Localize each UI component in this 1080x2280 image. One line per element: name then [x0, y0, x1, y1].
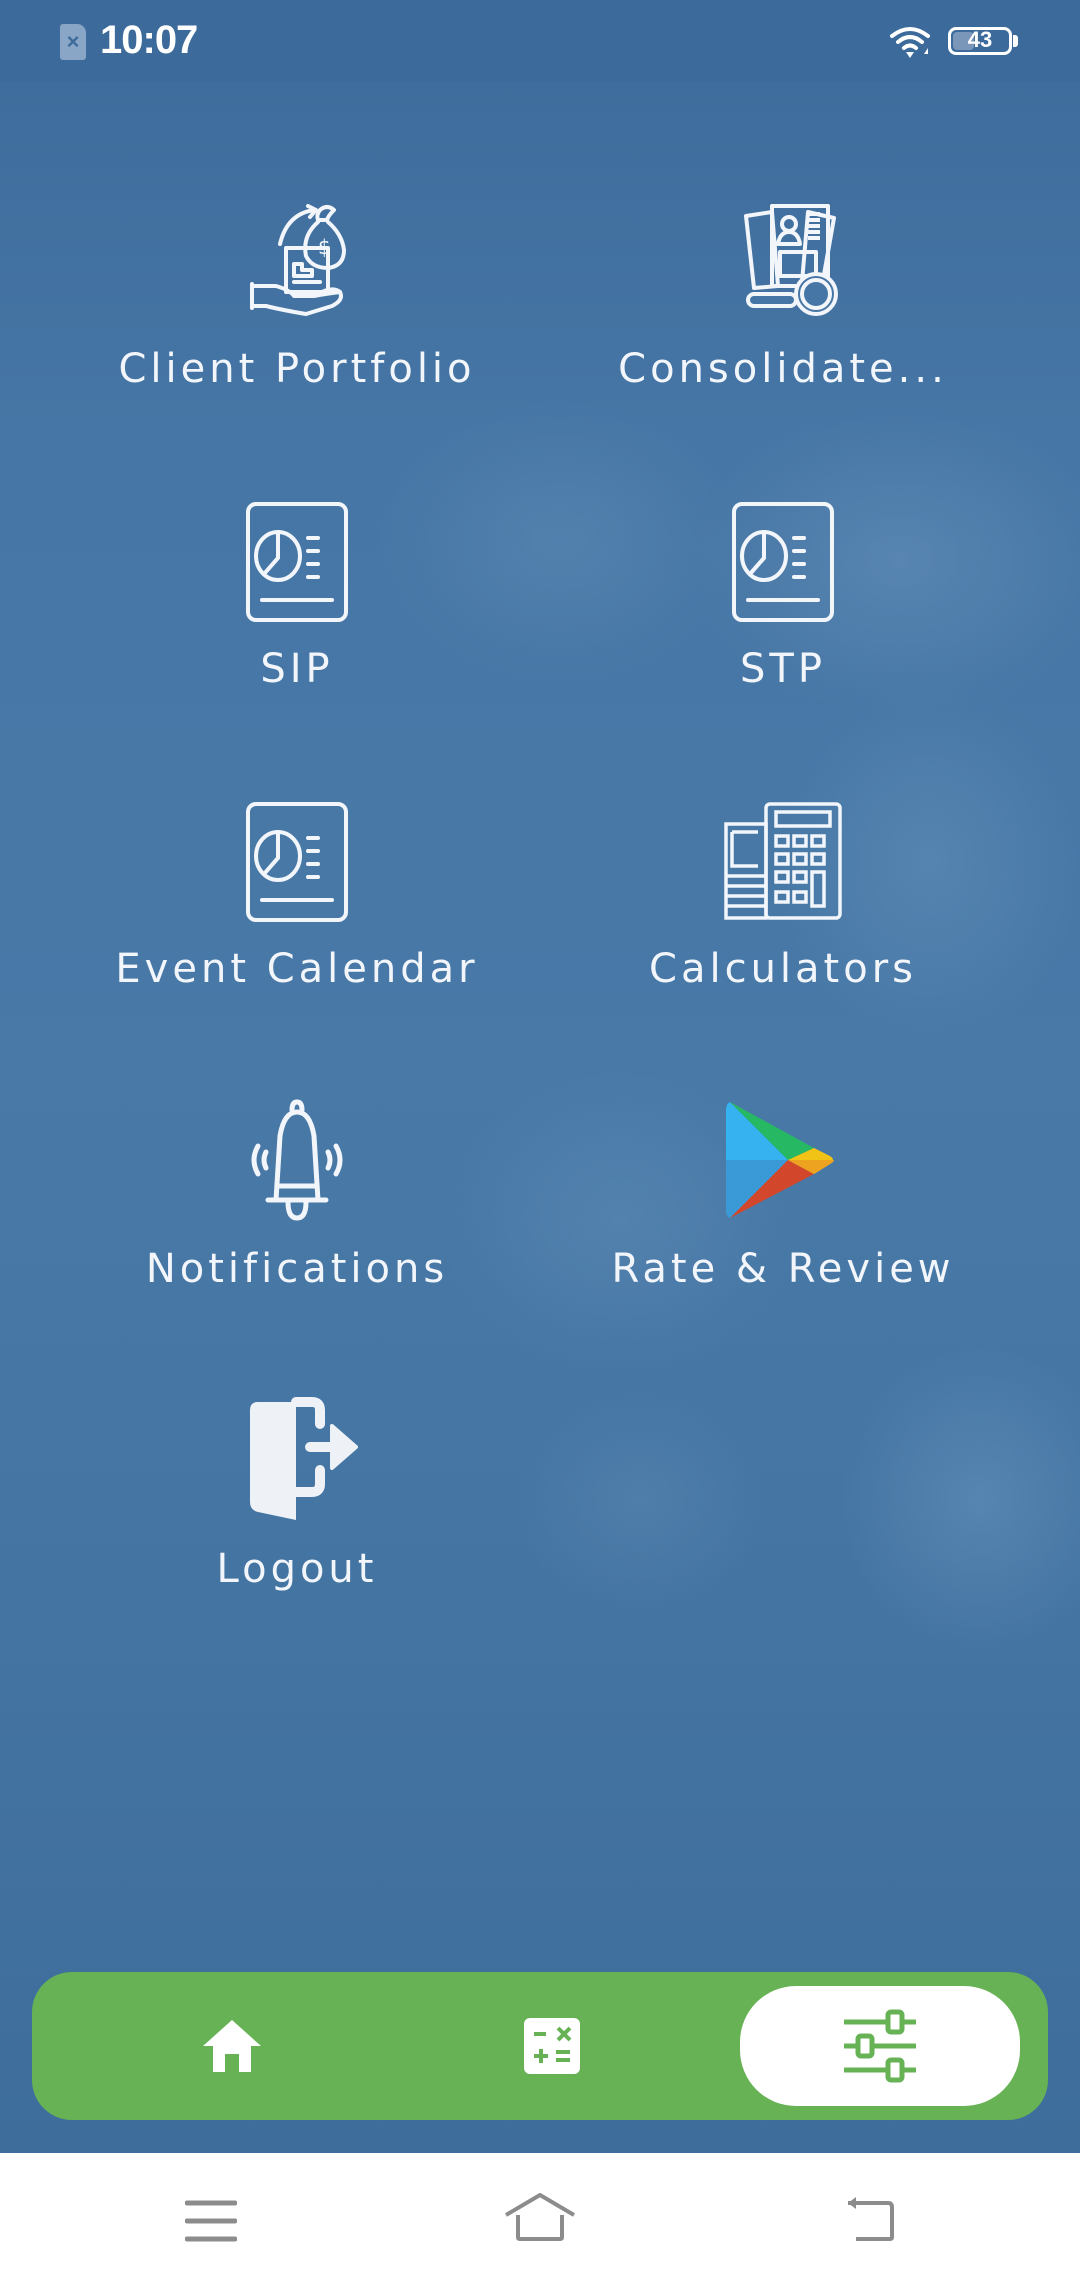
menu-item-label: Consolidate...	[618, 346, 948, 392]
google-play-icon	[718, 1096, 848, 1226]
battery-indicator: 43	[948, 27, 1012, 55]
sliders-icon	[844, 2009, 916, 2083]
battery-level: 43	[967, 27, 993, 52]
nav-calculator-button[interactable]	[412, 1972, 692, 2120]
battery-tip	[1013, 35, 1018, 47]
pie-chart-document-icon	[232, 796, 362, 926]
menu-item-label: Client Portfolio	[118, 346, 476, 392]
nav-home-button[interactable]	[92, 1972, 372, 2120]
calculator-icon	[524, 2018, 580, 2074]
logout-door-icon	[232, 1396, 362, 1526]
status-time: 10:07	[100, 18, 198, 62]
system-back-button[interactable]	[810, 2179, 930, 2259]
menu-item-label: Calculators	[649, 946, 917, 992]
sim-card-absent-icon: ×	[60, 24, 86, 60]
system-home-button[interactable]	[480, 2177, 600, 2257]
menu-item-logout[interactable]: Logout	[77, 1396, 517, 1636]
menu-item-notifications[interactable]: Notifications	[77, 1096, 517, 1336]
calculator-money-icon	[718, 796, 848, 926]
pie-chart-document-icon	[232, 496, 362, 626]
status-bar: × 10:07 43	[0, 0, 1080, 82]
menu-item-label: SIP	[260, 646, 334, 692]
bottom-navigation-bar	[32, 1972, 1048, 2120]
menu-item-event-calendar[interactable]: Event Calendar	[77, 796, 517, 1036]
menu-item-label: Rate & Review	[611, 1246, 955, 1292]
menu-lines-icon	[185, 2200, 237, 2242]
documents-magnifier-icon	[718, 196, 848, 326]
system-navigation-bar	[0, 2153, 1080, 2280]
system-menu-button[interactable]	[151, 2181, 271, 2261]
menu-item-label: Event Calendar	[115, 946, 479, 992]
back-arrow-icon	[848, 2197, 894, 2241]
pie-chart-document-icon	[718, 496, 848, 626]
menu-item-rate-review[interactable]: Rate & Review	[563, 1096, 1003, 1336]
menu-item-label: Logout	[216, 1546, 378, 1592]
menu-item-client-portfolio[interactable]: $ Client Portfolio	[77, 196, 517, 436]
menu-item-stp[interactable]: STP	[563, 496, 1003, 736]
menu-item-calculators[interactable]: Calculators	[563, 796, 1003, 1036]
menu-item-label: STP	[740, 646, 826, 692]
menu-item-sip[interactable]: SIP	[77, 496, 517, 736]
wifi-icon	[890, 27, 930, 58]
money-bag-hand-icon: $	[232, 196, 362, 326]
menu-item-consolidated[interactable]: Consolidate...	[563, 196, 1003, 436]
ringing-bell-icon	[232, 1096, 362, 1226]
nav-settings-button[interactable]	[740, 1986, 1020, 2106]
home-icon	[203, 2020, 261, 2072]
menu-item-label: Notifications	[145, 1246, 449, 1292]
home-outline-icon	[504, 2193, 576, 2241]
